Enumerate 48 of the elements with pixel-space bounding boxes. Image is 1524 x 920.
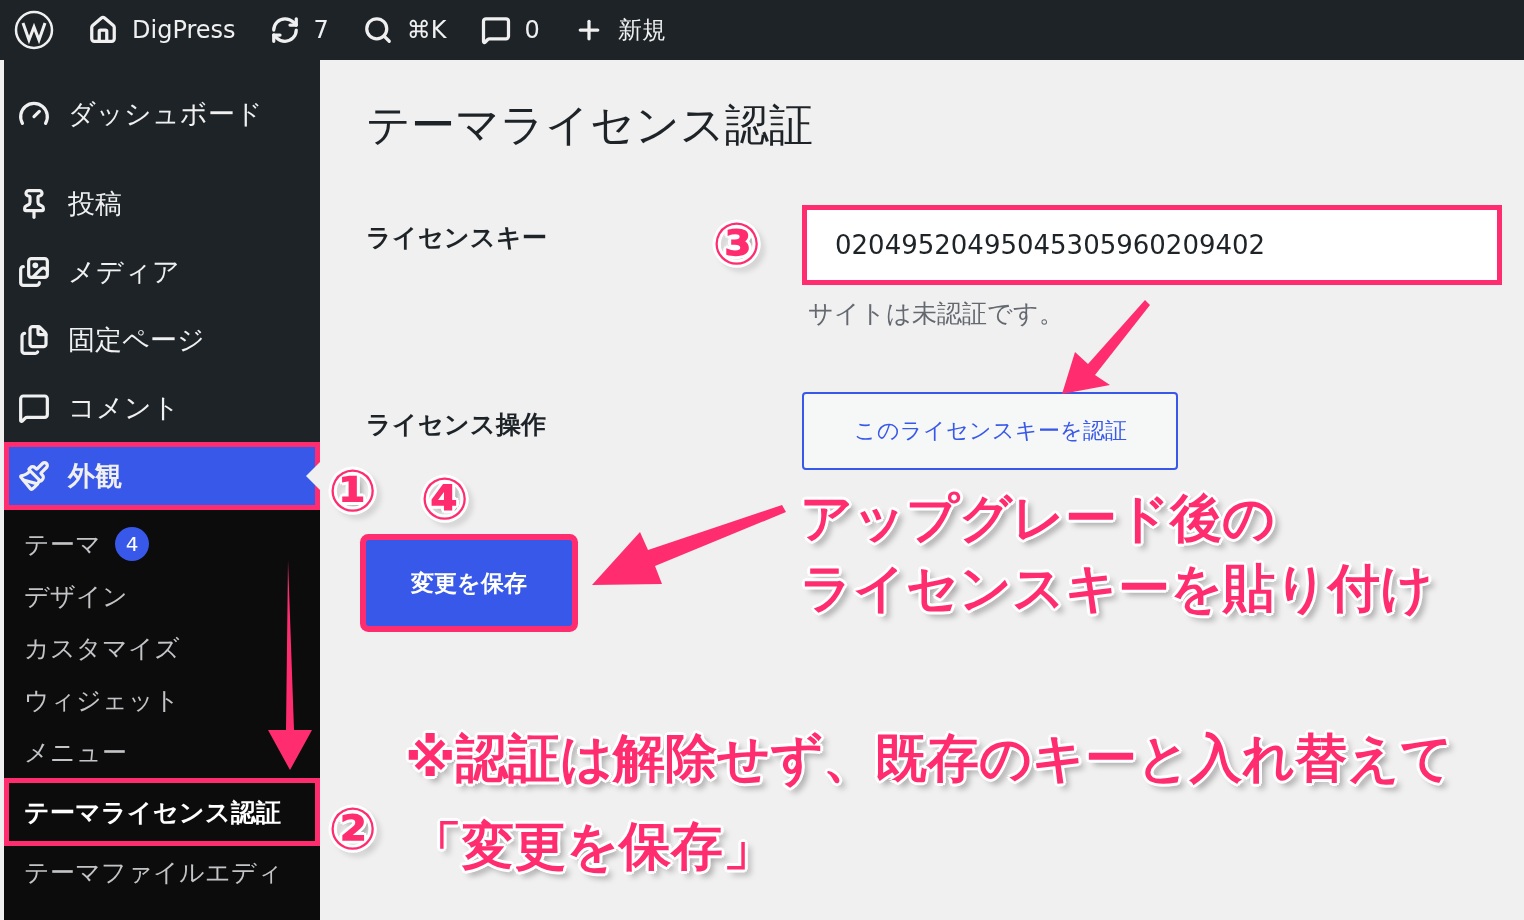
submenu-item[interactable]: テーマライセンス認証	[4, 778, 320, 846]
submenu-item[interactable]: デザイン	[4, 570, 320, 622]
sidebar-menu-item[interactable]: メディア	[4, 238, 320, 306]
verify-button[interactable]: このライセンスキーを認証	[802, 392, 1178, 470]
step-marker: ③	[712, 215, 762, 273]
admin-bar-item[interactable]: 新規	[573, 14, 666, 46]
admin-bar-item[interactable]: 0	[480, 15, 540, 45]
submenu-label: デザイン	[24, 580, 128, 613]
field-label: ライセンス操作	[366, 409, 546, 441]
paintbrush-icon	[18, 460, 50, 492]
submenu-item[interactable]: ウィジェット	[4, 674, 320, 726]
speech-bubble-icon	[18, 392, 50, 424]
submenu-label: テーマファイルエディ	[24, 856, 283, 889]
submenu-item[interactable]: テーマ 4	[4, 518, 320, 570]
page-title: テーマライセンス認証	[366, 98, 814, 152]
submenu-item[interactable]: メニュー	[4, 726, 320, 778]
search-icon	[362, 15, 393, 45]
annotation-text: 「変更を保存」	[410, 820, 775, 872]
admin-bar-item[interactable]: DigPress	[88, 15, 236, 45]
step-marker: ①	[328, 462, 378, 520]
sidebar-menu-item[interactable]: 投稿	[4, 170, 320, 238]
home-icon	[88, 15, 118, 45]
step-marker: ④	[420, 470, 470, 528]
pointer-notch	[306, 462, 320, 490]
submenu-label: メニュー	[24, 736, 127, 769]
submenu-item[interactable]: カスタマイズ	[4, 622, 320, 674]
sidebar-menu-item[interactable]: ダッシュボード	[4, 80, 320, 148]
refresh-icon	[269, 15, 300, 45]
submenu-label: テーマライセンス認証	[24, 796, 281, 829]
field-label: ライセンスキー	[366, 222, 547, 254]
sidebar-menu-item[interactable]: コメント	[4, 374, 320, 442]
license-key-field[interactable]: 02049520495045305960209402	[802, 205, 1502, 285]
submenu-label: ウィジェット	[24, 684, 180, 717]
submenu-label: カスタマイズ	[24, 632, 180, 665]
submenu-item[interactable]: テーマファイルエディ	[4, 846, 320, 898]
admin-bar-item[interactable]: ⌘K	[362, 15, 447, 45]
speech-bubble-icon	[480, 15, 511, 45]
images-icon	[18, 256, 50, 288]
admin-bar-item[interactable]: 7	[269, 15, 329, 45]
annotation-text: アップグレード後の	[800, 492, 1275, 544]
sidebar-menu-item[interactable]: 外観	[4, 442, 320, 510]
status-note: サイトは未認証です。	[807, 298, 1065, 330]
sidebar-menu-item[interactable]: 固定ページ	[4, 306, 320, 374]
step-marker: ②	[328, 800, 378, 858]
pages-icon	[18, 324, 50, 356]
submenu-label: テーマ	[24, 528, 101, 561]
count-badge: 4	[115, 527, 149, 561]
logo-icon[interactable]	[14, 10, 54, 50]
